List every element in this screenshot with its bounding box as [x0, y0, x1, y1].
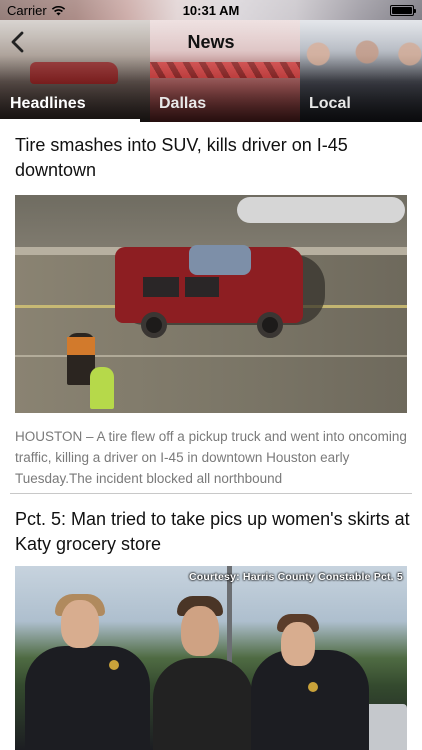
status-bar: Carrier 10:31 AM — [0, 0, 422, 20]
tab-label: Headlines — [10, 95, 86, 112]
officer-figure — [25, 646, 150, 750]
page-title: News — [187, 32, 235, 52]
passing-car — [237, 197, 405, 223]
tab-label: Dallas — [159, 95, 207, 112]
category-tabs: Headlines Dallas Local — [0, 90, 422, 122]
officer-figure — [251, 650, 369, 750]
navigation-bar: News — [0, 20, 422, 64]
photo-caption: Courtesy: Harris County Constable Pct. 5 — [189, 571, 403, 583]
tab-dallas[interactable]: Dallas — [159, 90, 206, 122]
header: Carrier 10:31 AM News Headlines Dallas L… — [0, 0, 422, 122]
suspect-figure — [153, 658, 253, 750]
tab-local[interactable]: Local — [309, 90, 351, 122]
status-time: 10:31 AM — [182, 3, 240, 18]
article-photo[interactable] — [15, 195, 407, 413]
responder-figure — [90, 367, 114, 409]
selected-tab-indicator — [0, 119, 140, 122]
tab-label: Local — [309, 95, 351, 112]
battery-icon — [390, 5, 416, 16]
tab-headlines[interactable]: Headlines — [0, 90, 140, 122]
article-headline[interactable]: Tire smashes into SUV, kills driver on I… — [15, 133, 410, 183]
divider — [10, 493, 412, 494]
article-summary: HOUSTON – A tire flew off a pickup truck… — [15, 429, 407, 486]
article-photo[interactable]: Courtesy: Harris County Constable Pct. 5 — [15, 566, 407, 750]
badge-icon — [109, 660, 119, 670]
badge-icon — [308, 682, 318, 692]
article-headline[interactable]: Pct. 5: Man tried to take pics up women'… — [15, 507, 410, 557]
